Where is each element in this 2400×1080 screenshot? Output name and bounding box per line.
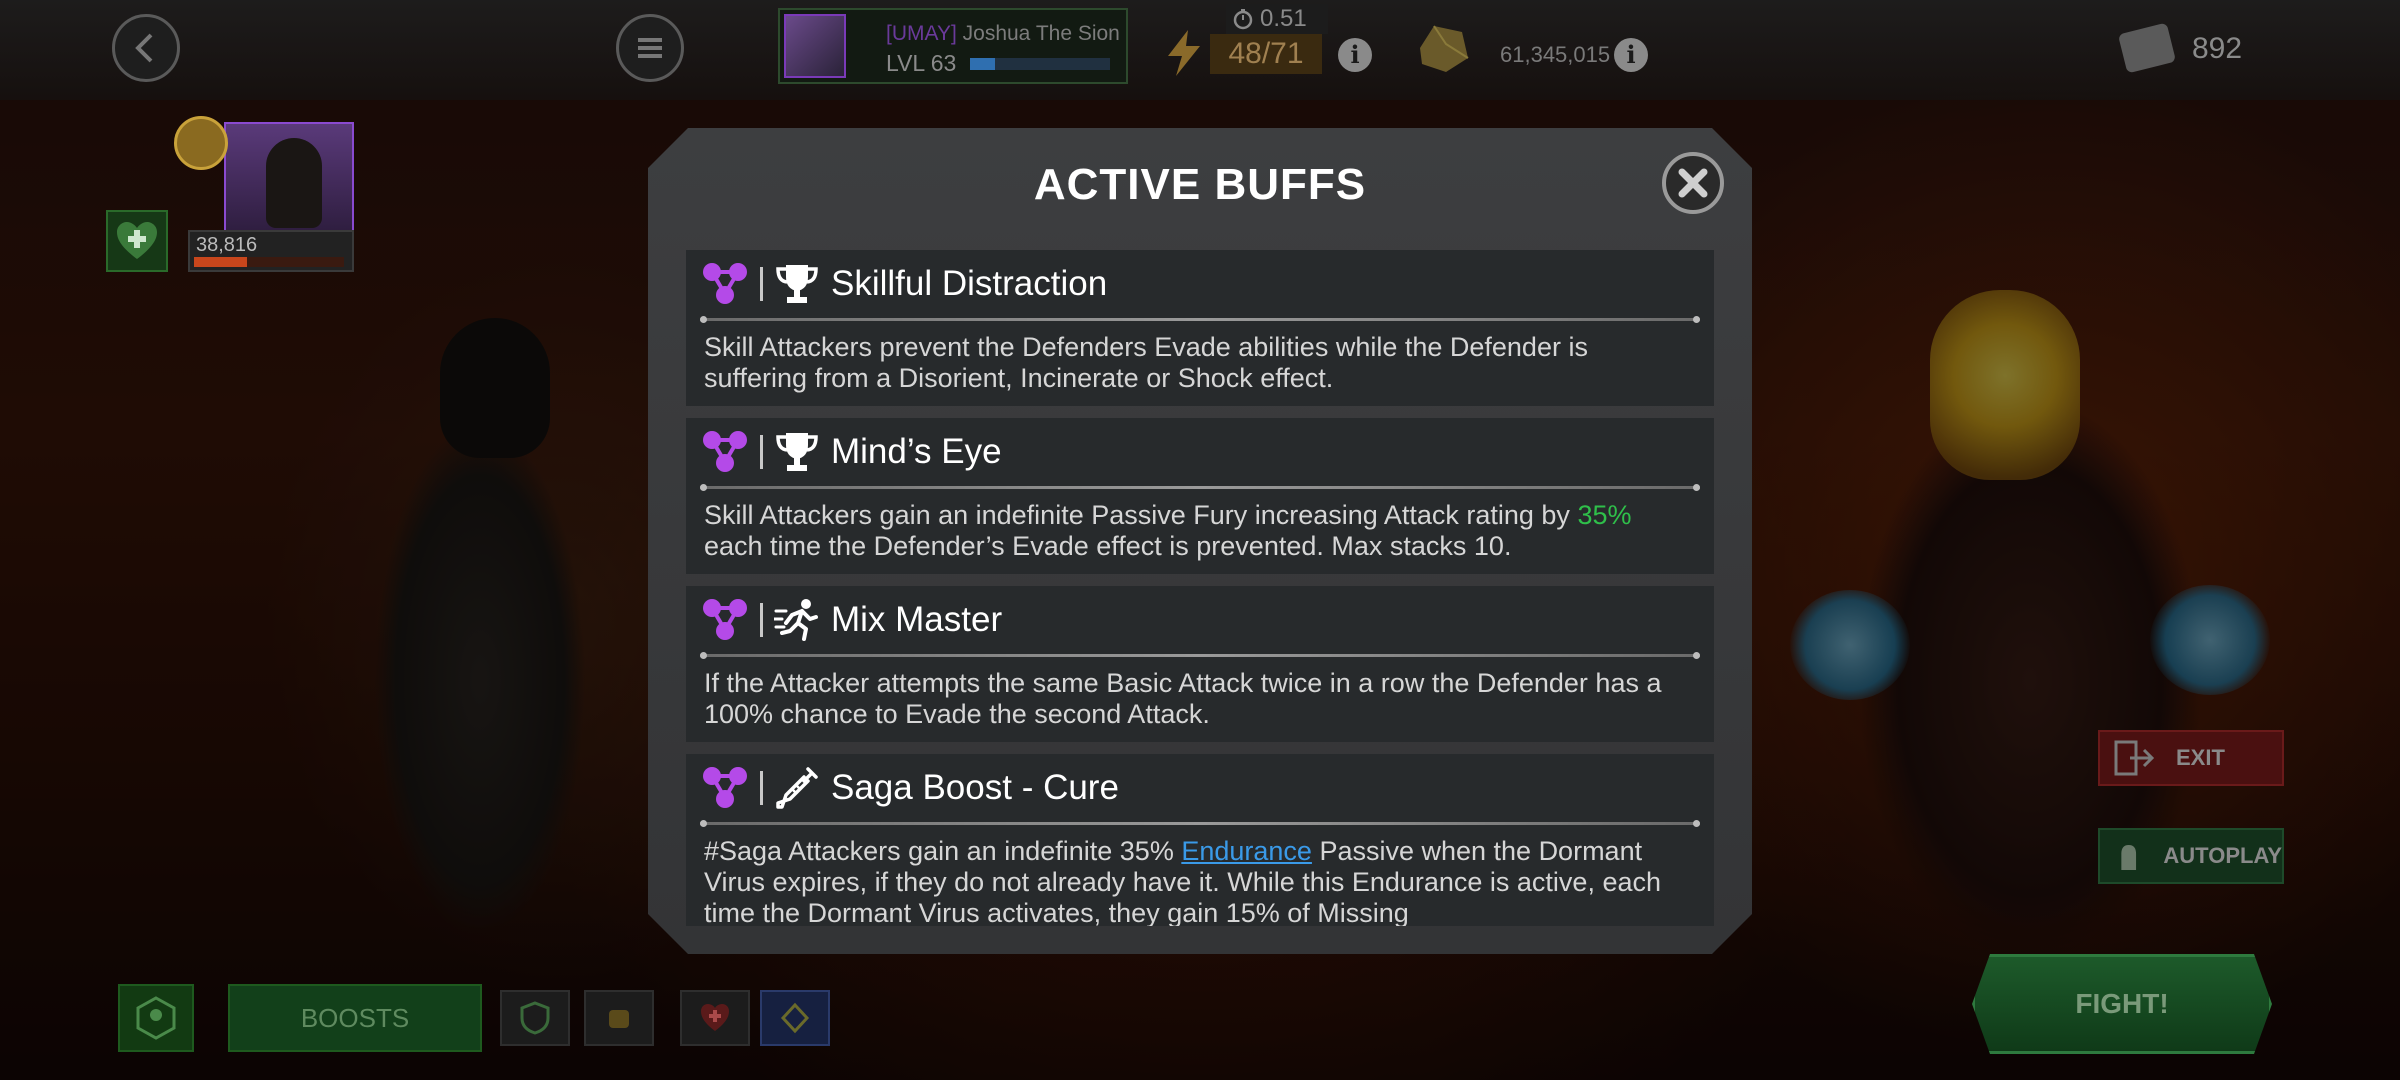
- exit-door-icon: [2114, 740, 2155, 776]
- hero-health: 38,816: [188, 230, 354, 272]
- node-link-icon: [703, 263, 747, 304]
- buff-list[interactable]: Skillful Distraction Skill Attackers pre…: [686, 250, 1714, 926]
- header-separator: [760, 267, 763, 301]
- heal-button[interactable]: [106, 210, 168, 272]
- node-link-icon: [703, 599, 747, 640]
- buff-item: Saga Boost - Cure #Saga Attackers gain a…: [686, 754, 1714, 926]
- summoner-avatar: [784, 14, 846, 78]
- buff-item: Skillful Distraction Skill Attackers pre…: [686, 250, 1714, 406]
- close-icon: [1678, 168, 1708, 198]
- exit-button[interactable]: EXIT: [2098, 730, 2284, 786]
- header-separator: [760, 771, 763, 805]
- energy-bolt-icon: [1168, 30, 1200, 76]
- active-buffs-content: ACTIVE BUFFS Skillful Distraction Skill …: [680, 148, 1724, 928]
- autoplay-button[interactable]: AUTOPLAY: [2098, 828, 2284, 884]
- top-bar: [UMAY] Joshua The Sion LVL 63 0.51 48/71…: [0, 0, 2400, 100]
- exit-label: EXIT: [2176, 745, 2225, 770]
- running-man-icon: [773, 596, 821, 644]
- buff-divider: [700, 820, 1700, 827]
- xp-bar-fill: [970, 58, 996, 70]
- back-button[interactable]: [112, 14, 180, 82]
- buff-description-text: each time the Defender’s Evade effect is…: [704, 531, 1512, 561]
- energy-info-button[interactable]: i: [1338, 38, 1372, 72]
- autoplay-hand-icon: [2121, 844, 2137, 870]
- buff-description: #Saga Attackers gain an indefinite 35% E…: [704, 836, 1694, 926]
- menu-button[interactable]: [616, 14, 684, 82]
- syringe-icon: [773, 764, 821, 812]
- buff-name: Mix Master: [831, 600, 1003, 639]
- endurance-link[interactable]: Endurance: [1181, 836, 1312, 866]
- fight-button[interactable]: FIGHT!: [1972, 954, 2272, 1054]
- arrow-left-icon: [135, 33, 153, 63]
- energy-count: 48/71: [1210, 34, 1322, 74]
- buff-description: Skill Attackers gain an indefinite Passi…: [704, 500, 1694, 562]
- energy-timer: 0.51: [1226, 4, 1328, 34]
- hero-class-icon: [174, 116, 228, 170]
- boosts-button[interactable]: BOOSTS: [228, 984, 482, 1052]
- buff-header: Mind’s Eye: [700, 428, 1002, 476]
- buff-header: Skillful Distraction: [700, 260, 1107, 308]
- buff-name: Mind’s Eye: [831, 432, 1002, 471]
- header-separator: [760, 603, 763, 637]
- team-button[interactable]: [118, 984, 194, 1052]
- buff-item: Mind’s Eye Skill Attackers gain an indef…: [686, 418, 1714, 574]
- trophy-icon: [773, 428, 821, 476]
- boost-slot-attack[interactable]: [584, 990, 654, 1046]
- energy-timer-value: 0.51: [1260, 5, 1307, 32]
- buff-description-text: #Saga Attackers gain an indefinite 35%: [704, 836, 1182, 866]
- buff-description: If the Attacker attempts the same Basic …: [704, 668, 1662, 729]
- header-separator: [760, 435, 763, 469]
- health-plus-icon: [117, 222, 157, 259]
- units-icon: [2119, 23, 2175, 73]
- trophy-icon: [773, 260, 821, 308]
- health-plus-icon: [701, 1004, 729, 1031]
- gold-icon: [1420, 25, 1469, 72]
- units-count: 892: [2192, 32, 2243, 65]
- hero-face: [266, 138, 322, 228]
- shield-icon: [520, 1001, 550, 1035]
- boost-slot-health[interactable]: [680, 990, 750, 1046]
- buff-name: Saga Boost - Cure: [831, 768, 1119, 807]
- fist-icon: [609, 1010, 629, 1028]
- alliance-tag: [UMAY]: [886, 22, 957, 45]
- buff-item: Mix Master If the Attacker attempts the …: [686, 586, 1714, 742]
- buff-divider: [700, 316, 1700, 323]
- xp-bar: [970, 58, 1110, 70]
- hero-portrait: [224, 122, 354, 240]
- autoplay-label: AUTOPLAY: [2163, 843, 2282, 868]
- summoner-level: LVL 63: [886, 50, 957, 76]
- buff-header: Saga Boost - Cure: [700, 764, 1119, 812]
- modal-title: ACTIVE BUFFS: [1033, 160, 1367, 209]
- team-hex-icon: [136, 996, 176, 1040]
- boost-slot-special[interactable]: [760, 990, 830, 1046]
- summoner-name-text: Joshua The Sion: [962, 22, 1120, 45]
- buff-description: Skill Attackers prevent the Defenders Ev…: [704, 332, 1588, 393]
- buff-value-highlight: 35%: [1577, 500, 1632, 530]
- buff-header: Mix Master: [700, 596, 1002, 644]
- hero-health-bar: [194, 257, 344, 267]
- crystal-icon: [780, 1002, 810, 1034]
- buff-name: Skillful Distraction: [831, 264, 1108, 303]
- buff-divider: [700, 652, 1700, 659]
- buff-divider: [700, 484, 1700, 491]
- node-link-icon: [703, 767, 747, 808]
- stopwatch-icon: [1233, 9, 1253, 30]
- hamburger-icon: [638, 38, 662, 58]
- hero-health-bar-fill: [194, 257, 247, 267]
- hero-health-value: 38,816: [196, 234, 258, 256]
- gold-info-button[interactable]: i: [1614, 38, 1648, 72]
- boost-slot-shield[interactable]: [500, 990, 570, 1046]
- node-link-icon: [703, 431, 747, 472]
- close-button[interactable]: [1662, 152, 1724, 214]
- hero-card[interactable]: 38,816: [174, 112, 354, 282]
- summoner-name: [UMAY] Joshua The Sion: [886, 22, 1120, 46]
- gold-count: 61,345,015: [1500, 42, 1611, 67]
- buff-description-text: Skill Attackers gain an indefinite Passi…: [704, 500, 1578, 530]
- summoner-profile[interactable]: [UMAY] Joshua The Sion LVL 63: [778, 8, 1128, 84]
